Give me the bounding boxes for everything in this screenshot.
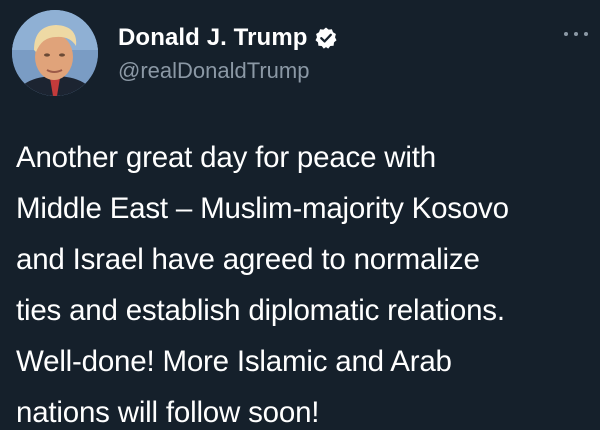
tweet-text-line: Well-done! More Islamic and Arab (16, 345, 452, 378)
author-handle[interactable]: @realDonaldTrump (118, 58, 309, 84)
more-dot (564, 32, 568, 36)
more-options-icon[interactable] (564, 28, 588, 40)
tweet-text-line: ties and establish diplomatic relations. (16, 294, 505, 327)
tweet-card: Donald J. Trump @realDonaldTrump Another… (0, 0, 600, 430)
author-name-row[interactable]: Donald J. Trump (118, 24, 338, 52)
more-dot (574, 32, 578, 36)
verified-badge-icon (314, 26, 338, 50)
more-dot (584, 32, 588, 36)
author-display-name[interactable]: Donald J. Trump (118, 24, 308, 52)
tweet-text-line: Another great day for peace with (16, 141, 436, 174)
tweet-text-line: Middle East – Muslim-majority Kosovo (16, 192, 509, 225)
tweet-text-line: and Israel have agreed to normalize (16, 243, 480, 276)
avatar-image (12, 10, 98, 96)
tweet-text-line: nations will follow soon! (16, 396, 320, 429)
avatar[interactable] (12, 10, 98, 96)
tweet-text: Another great day for peace with Middle … (16, 132, 592, 430)
